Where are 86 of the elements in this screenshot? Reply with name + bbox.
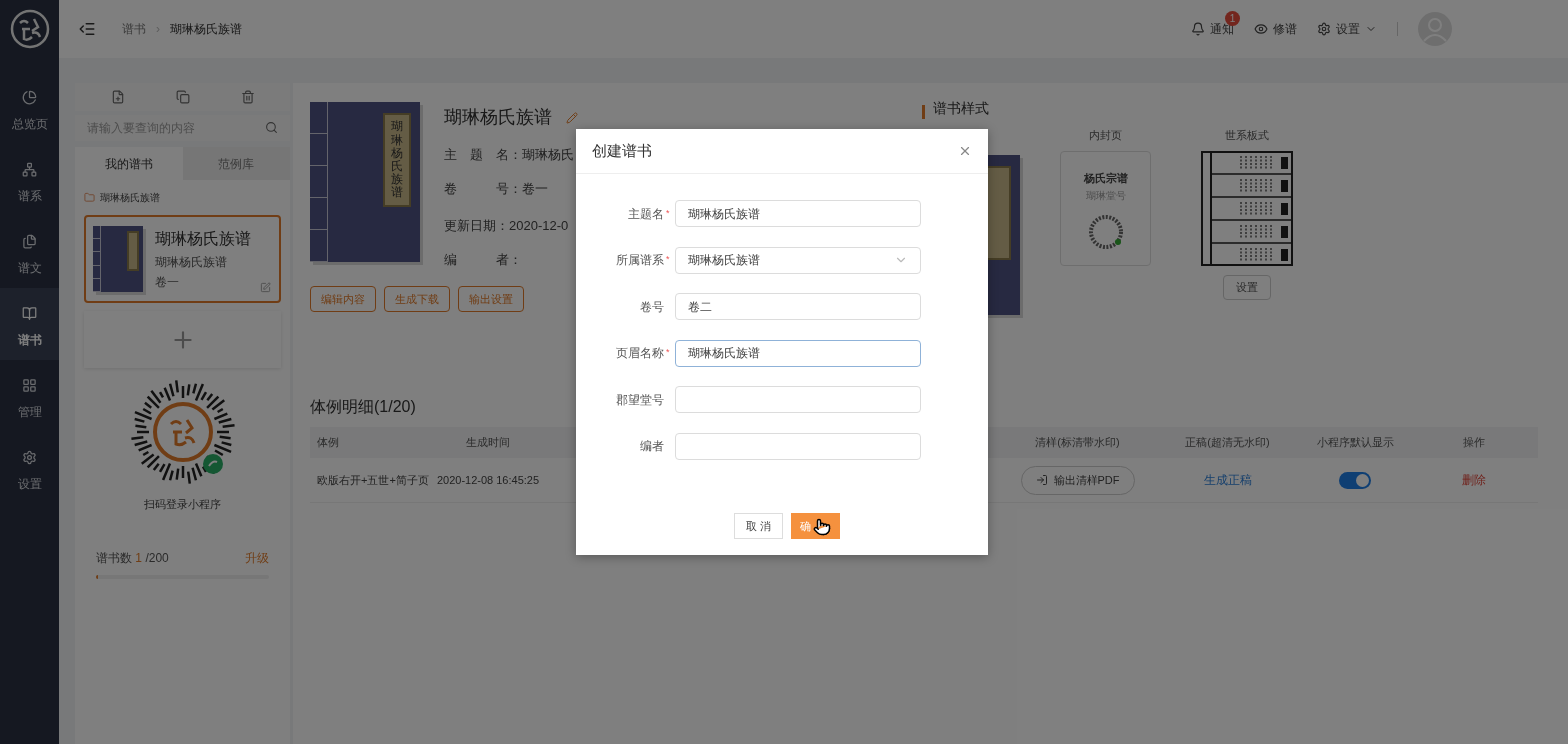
input-field[interactable]: 瑚琳杨氏族谱 [675, 339, 921, 367]
qr-caption: 扫码登录小程序 [143, 497, 222, 512]
book-action-button[interactable]: 编辑内容 [310, 286, 376, 312]
cover-label: 瑚琳杨氏族谱 [391, 120, 404, 200]
dialog-title: 创建谱书 [592, 140, 652, 161]
trash-icon[interactable] [240, 90, 255, 104]
required-mark: * [666, 206, 671, 220]
table-cell-text: 2020-12-08 16:45:25 [435, 472, 541, 488]
sidebar-item[interactable]: 谱文 [0, 216, 59, 288]
input-field[interactable]: 卷二 [675, 293, 921, 320]
sidebar-item[interactable]: 谱系 [0, 144, 59, 216]
sidebar-item[interactable]: 总览页 [0, 72, 59, 144]
sidebar-item[interactable]: 管理 [0, 360, 59, 432]
column-header: 小程序默认显示 [1315, 435, 1395, 451]
input-field[interactable] [675, 432, 921, 460]
search-icon [265, 121, 278, 134]
hand-cursor-icon [813, 517, 831, 536]
book-thumbnail [93, 226, 143, 292]
book-title: 瑚琳杨氏族谱 [444, 106, 552, 129]
select-field[interactable]: 瑚琳杨氏族谱 [675, 246, 921, 274]
book-action-button[interactable]: 输出设置 [458, 286, 524, 312]
notification-badge: 1 [1225, 11, 1240, 26]
preview-heading: 杨氏宗谱 [1083, 170, 1128, 186]
eye-icon [1254, 22, 1268, 36]
folder-name[interactable]: 瑚琳杨氏族谱 [100, 190, 160, 205]
column-header: 清样(标清带水印) [1034, 435, 1121, 451]
book-info: 更新日期：2020-12-0 [444, 217, 570, 235]
quota-text: 谱书数 1 /200 [96, 549, 169, 567]
book-icon [22, 305, 37, 321]
book-card[interactable]: 瑚琳杨氏族谱 瑚琳杨氏族谱 卷一 [84, 215, 281, 303]
breadcrumb-link[interactable]: 瑚琳杨氏族谱 [170, 20, 242, 38]
book-info: 编 者： [444, 250, 523, 269]
bell-icon [1191, 22, 1205, 36]
book-volume: 卷一 [155, 274, 180, 291]
header-action[interactable]: 修谱 [1254, 20, 1297, 38]
breadcrumb-separator: › [156, 21, 160, 38]
book-subtitle: 瑚琳杨氏族谱 [155, 254, 228, 271]
copy-icon[interactable] [175, 90, 190, 104]
style-label: 内封页 [1089, 128, 1122, 143]
breadcrumb-link[interactable]: 谱书 [122, 20, 146, 38]
toggle-switch[interactable] [1339, 471, 1371, 489]
book-info: 主 题 名：瑚琳杨氏 [444, 146, 575, 164]
upgrade-link[interactable]: 升级 [245, 548, 269, 567]
documents-icon [22, 233, 37, 249]
table-title: 体例明细(1/20) [310, 397, 416, 417]
sidebar-item[interactable]: 谱书 [0, 288, 59, 360]
layout-settings-button[interactable]: 设置 [1223, 274, 1271, 300]
section-title: 谱书样式 [933, 99, 989, 118]
field-label: 主题名 [628, 205, 664, 223]
column-header: 操作 [1462, 435, 1486, 451]
column-header: 体例 [316, 435, 340, 451]
column-header: 正稿(超清无水印) [1184, 435, 1271, 451]
hierarchy-icon [22, 161, 37, 177]
field-label: 编者 [640, 438, 664, 455]
new-file-icon[interactable] [110, 90, 125, 104]
required-mark: * [666, 346, 671, 360]
book-title: 瑚琳杨氏族谱 [155, 229, 251, 249]
table-cell-text: 欧版右开+五世+简子页 [316, 472, 430, 488]
field-label: 卷号 [640, 298, 664, 316]
style-label: 世系板式 [1225, 128, 1269, 143]
library-tab[interactable]: 我的谱书 [75, 147, 183, 180]
folder-icon [84, 192, 95, 203]
settings-icon [1317, 22, 1331, 36]
edit-icon[interactable] [566, 111, 578, 124]
close-icon[interactable] [958, 144, 972, 158]
cancel-button[interactable]: 取 消 [734, 512, 783, 539]
export-icon [1035, 474, 1048, 486]
field-label: 郡望堂号 [616, 391, 664, 409]
edit-icon[interactable] [260, 282, 271, 293]
grid-icon [22, 377, 37, 393]
book-action-button[interactable]: 生成下载 [384, 286, 450, 312]
pie-chart-icon [22, 89, 37, 105]
input-field[interactable] [675, 386, 921, 413]
sidebar-item[interactable]: 设置 [0, 432, 59, 504]
input-field[interactable]: 瑚琳杨氏族谱 [675, 200, 921, 227]
logo-icon [9, 9, 50, 49]
seal-icon [1086, 213, 1125, 251]
required-mark: * [666, 253, 671, 267]
settings-icon [22, 449, 37, 465]
field-label: 所属谱系 [616, 252, 664, 269]
column-header: 生成时间 [465, 435, 511, 451]
generate-final-link[interactable]: 生成正稿 [1155, 471, 1300, 489]
header-action[interactable]: 设置 [1317, 20, 1377, 38]
field-label: 页眉名称 [616, 345, 664, 362]
delete-link[interactable]: 删除 [1410, 471, 1538, 489]
menu-icon[interactable] [78, 20, 96, 38]
